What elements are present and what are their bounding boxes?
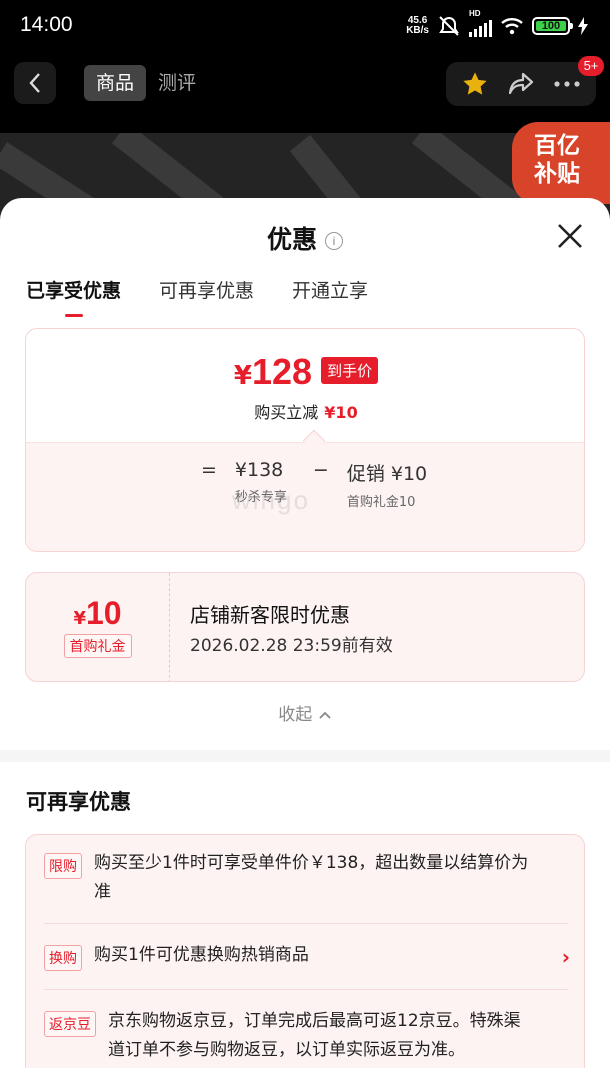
chevron-left-icon [29, 73, 40, 93]
battery-level: 100 [541, 20, 561, 32]
base-price-value: ¥138 [234, 459, 284, 481]
status-icons: 45.6 KB/s HD 100 [406, 9, 588, 38]
tab-review[interactable]: 测评 [146, 65, 208, 101]
tab-product[interactable]: 商品 [84, 65, 147, 101]
more-button[interactable]: 5+ [544, 56, 604, 106]
share-icon [508, 72, 534, 95]
tab-more-available[interactable]: 可再享优惠 [159, 276, 254, 303]
instant-discount: 购买立减 ¥10 [26, 399, 584, 423]
coupon-value: ¥10 首购礼金 [26, 573, 170, 681]
limit-text-line2: 准 [94, 882, 111, 902]
coupon-currency: ¥ [73, 608, 86, 629]
coupon-card[interactable]: ¥10 首购礼金 店铺新客限时优惠 2026.02.28 23:59前有效 [25, 572, 585, 682]
limit-tag: 限购 [44, 853, 82, 879]
mute-icon [439, 16, 459, 36]
discount-row-trade-in[interactable]: 换购 购买1件可优惠换购热销商品 › [44, 943, 570, 973]
wifi-icon [501, 18, 523, 35]
subsidy-badge[interactable]: 百亿 补贴 [512, 122, 610, 204]
jingdou-text-line1: 京东购物返京豆，订单完成后最高可返12京豆。特殊渠 [108, 1011, 521, 1031]
discount-row-limit: 限购 购买至少1件时可享受单件价￥138，超出数量以结算价为 准 [44, 851, 568, 921]
speed-unit: KB/s [406, 25, 429, 36]
trade-in-text: 购买1件可优惠换购热销商品 [94, 945, 309, 965]
cell-signal-icon: HD [469, 9, 492, 37]
close-icon[interactable] [554, 220, 586, 252]
promo-label: 首购礼金10 [346, 495, 416, 510]
subsidy-line1: 百亿 [534, 133, 580, 159]
charging-icon [578, 17, 588, 35]
share-button[interactable] [498, 62, 544, 106]
discount-sheet: 优惠 i 已享受优惠 可再享优惠 开通立享 ¥128 到手价 购买立减 ¥10 = … [0, 198, 610, 1068]
instant-discount-value: ¥10 [324, 403, 358, 422]
promo-value: 促销 ¥10 [346, 463, 428, 485]
price-breakdown: = ¥138 秒杀专享 − 促销 ¥10 首购礼金10 wingo [26, 442, 584, 551]
coupon-type-label: 首购礼金 [63, 634, 132, 658]
back-button[interactable] [14, 62, 56, 104]
coupon-expiry: 2026.02.28 23:59前有效 [190, 636, 393, 656]
promo-discount: 促销 ¥10 首购礼金10 [347, 459, 447, 512]
price-amount: 128 [251, 351, 313, 392]
notification-badge: 5+ [578, 56, 604, 76]
sheet-title: 优惠 [266, 225, 317, 254]
instant-discount-label: 购买立减 [254, 403, 319, 422]
tab-enjoyed[interactable]: 已享受优惠 [26, 276, 121, 317]
discount-row-jingdou: 返京豆 京东购物返京豆，订单完成后最高可返12京豆。特殊渠 道订单不参与购物返豆… [44, 1009, 568, 1068]
minus-sign: − [312, 459, 329, 481]
jingdou-text-line2: 道订单不参与购物返豆，以订单实际返豆为准。 [108, 1040, 465, 1060]
coupon-amount: 10 [85, 595, 122, 631]
nav-tabs: 商品 测评 [84, 65, 208, 101]
sheet-header: 优惠 i [0, 220, 610, 256]
section-divider [0, 750, 610, 762]
network-speed: 45.6 KB/s [406, 16, 429, 36]
more-icon [554, 81, 580, 87]
favorite-button[interactable] [452, 62, 498, 106]
info-icon[interactable]: i [325, 232, 343, 250]
trade-in-tag: 换购 [44, 945, 82, 971]
hd-label: HD [469, 9, 481, 18]
subsidy-line2: 补贴 [534, 161, 580, 187]
nav-actions: 5+ [446, 56, 604, 106]
more-discounts-title: 可再享优惠 [26, 790, 131, 814]
star-icon [463, 72, 487, 95]
discount-tabs: 已享受优惠 可再享优惠 开通立享 [26, 276, 368, 317]
row-separator [44, 923, 568, 924]
tab-activate[interactable]: 开通立享 [292, 276, 368, 303]
jingdou-tag: 返京豆 [44, 1011, 96, 1037]
watermark: wingo [232, 485, 310, 515]
battery-icon: 100 [532, 17, 573, 35]
final-price-card: ¥128 到手价 购买立减 ¥10 = ¥138 秒杀专享 − 促销 ¥10 首购… [25, 328, 585, 552]
final-price-tag: 到手价 [321, 357, 379, 384]
collapse-label: 收起 [278, 705, 313, 725]
equals-sign: = [201, 459, 217, 481]
limit-text-line1: 购买至少1件时可享受单件价￥138，超出数量以结算价为 [94, 853, 529, 873]
row-separator [44, 989, 568, 990]
top-nav: 商品 测评 5+ [0, 52, 610, 116]
currency-symbol: ¥ [233, 361, 252, 391]
chevron-up-icon [319, 711, 331, 719]
status-bar: 14:00 45.6 KB/s HD 100 [0, 0, 610, 52]
chevron-right-icon: › [561, 945, 570, 969]
more-discounts-list: 限购 购买至少1件时可享受单件价￥138，超出数量以结算价为 准 换购 购买1件… [25, 834, 585, 1068]
collapse-button[interactable]: 收起 [0, 700, 610, 725]
coupon-title: 店铺新客限时优惠 [190, 603, 350, 627]
final-price: ¥128 到手价 [26, 351, 584, 393]
clock: 14:00 [20, 13, 73, 36]
